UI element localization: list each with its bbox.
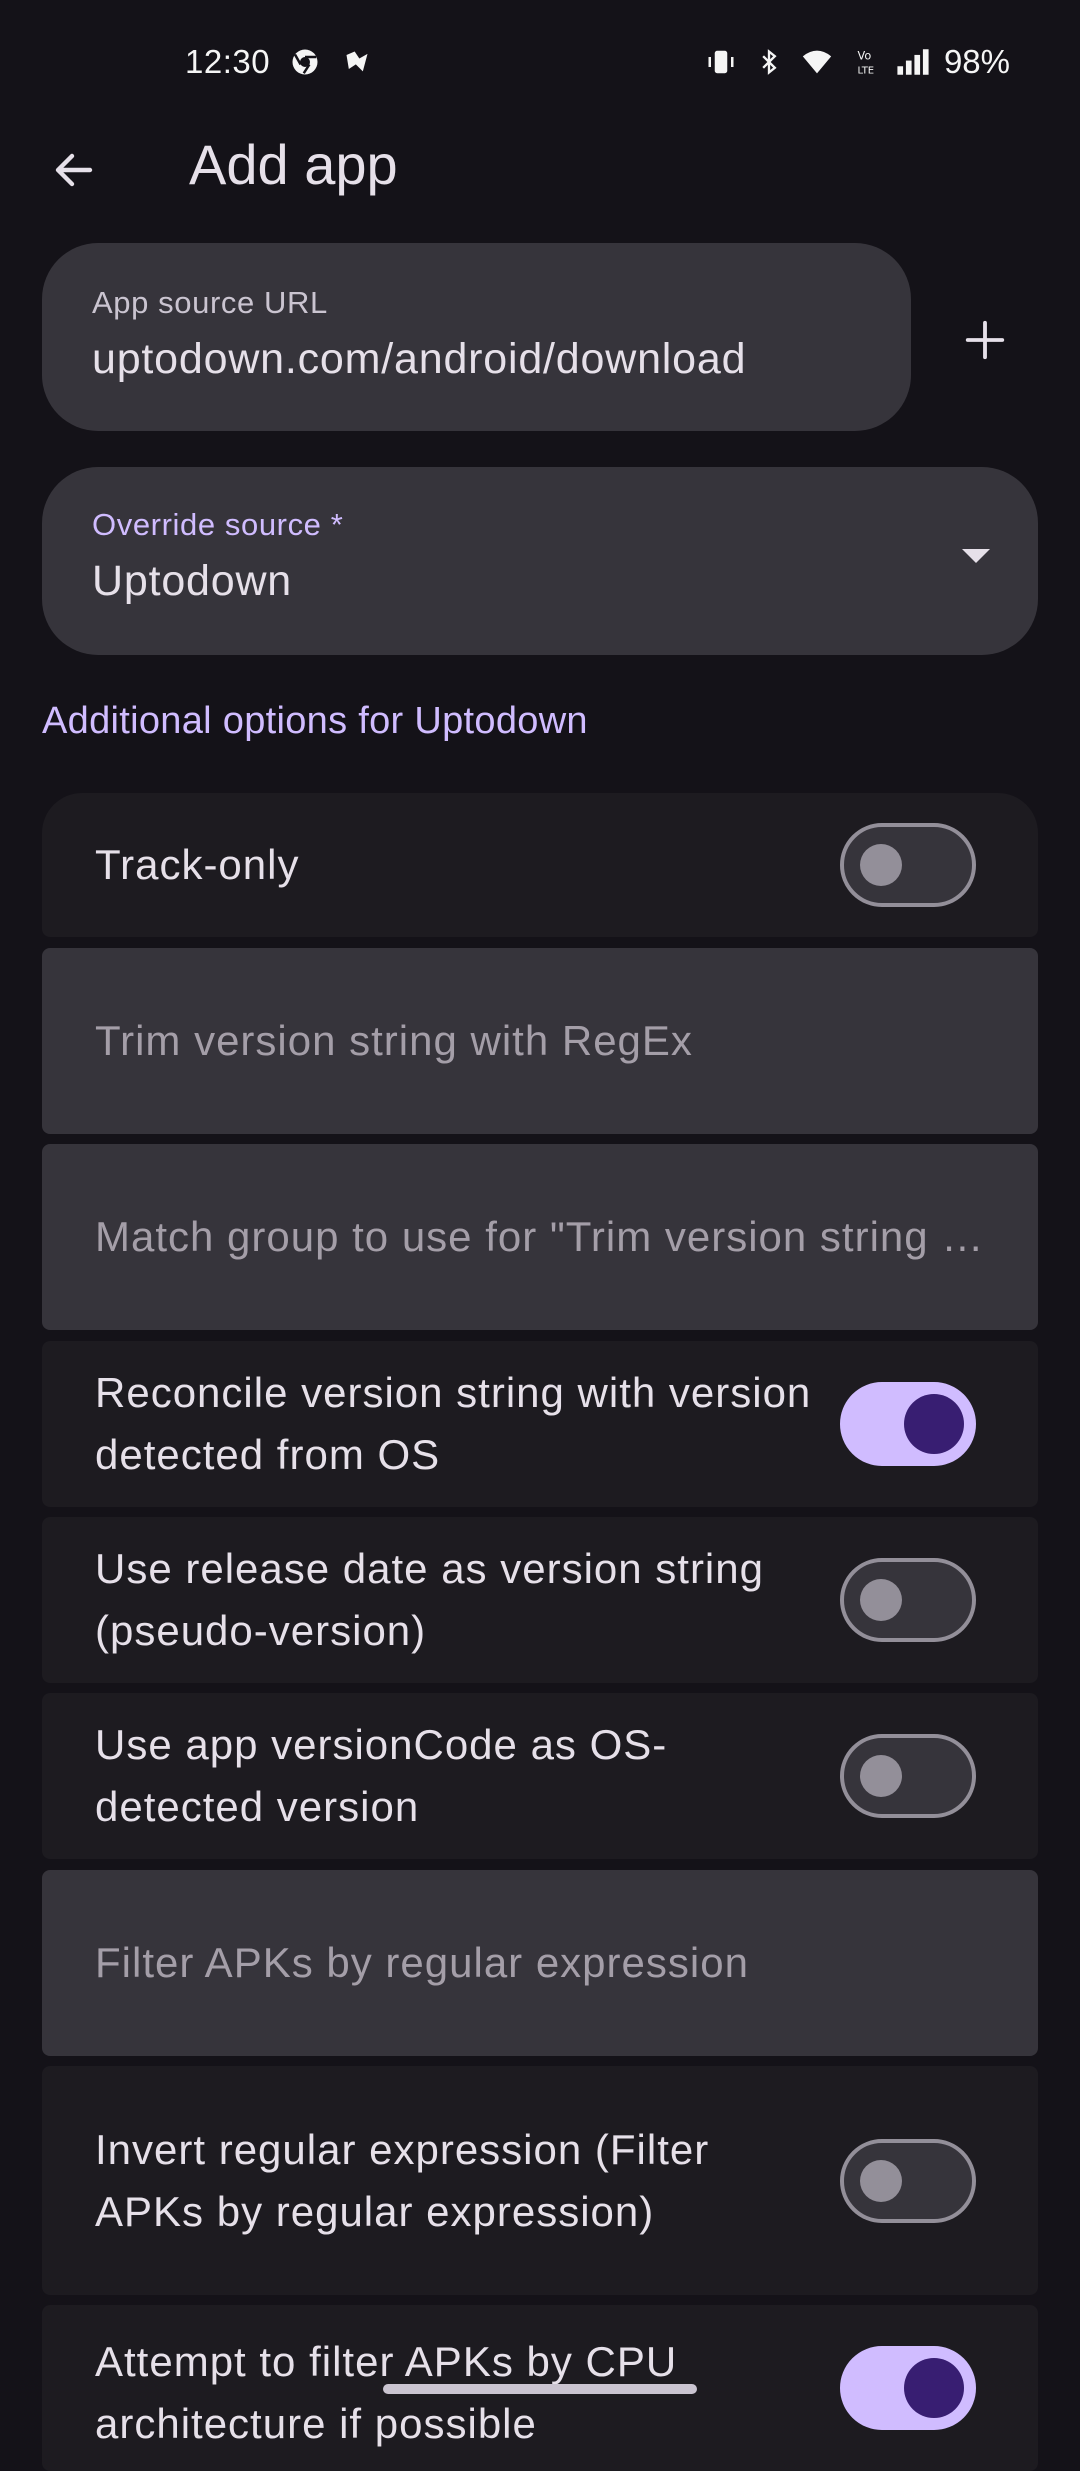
track-only-switch[interactable] bbox=[840, 823, 976, 907]
override-source-label: Override source * bbox=[92, 507, 344, 542]
option-version-code: Use app versionCode as OS-detected versi… bbox=[42, 1693, 1038, 1859]
trim-regex-input[interactable]: Trim version string with RegEx bbox=[42, 948, 1038, 1134]
status-right: Vo LTE 98% bbox=[704, 43, 1010, 81]
option-release-date: Use release date as version string (pseu… bbox=[42, 1517, 1038, 1683]
app-bar: Add app bbox=[0, 124, 1080, 216]
chrome-notification-icon bbox=[288, 45, 322, 79]
invert-regex-switch[interactable] bbox=[840, 2139, 976, 2223]
bluetooth-icon bbox=[752, 45, 786, 79]
switch-knob bbox=[860, 1755, 902, 1797]
option-reconcile: Reconcile version string with version de… bbox=[42, 1341, 1038, 1507]
dropdown-arrow-icon bbox=[962, 549, 990, 563]
status-bar: 12:30 Vo LTE 98% bbox=[0, 0, 1080, 124]
option-track-only: Track-only bbox=[42, 793, 1038, 937]
signal-icon bbox=[896, 45, 930, 79]
cpu-filter-switch[interactable] bbox=[840, 2346, 976, 2430]
release-date-switch[interactable] bbox=[840, 1558, 976, 1642]
filter-apks-input[interactable]: Filter APKs by regular expression bbox=[42, 1870, 1038, 2056]
version-code-label: Use app versionCode as OS-detected versi… bbox=[95, 1721, 668, 1830]
switch-knob bbox=[904, 2358, 964, 2418]
reconcile-switch[interactable] bbox=[840, 1382, 976, 1466]
app-source-url-value: uptodown.com/android/download bbox=[92, 335, 747, 383]
section-heading: Additional options for Uptodown bbox=[42, 700, 588, 742]
app-source-url-field[interactable]: App source URL uptodown.com/android/down… bbox=[42, 243, 911, 431]
page-title: Add app bbox=[189, 133, 398, 196]
svg-text:LTE: LTE bbox=[857, 65, 874, 76]
battery-percent: 98% bbox=[943, 43, 1010, 80]
track-only-label: Track-only bbox=[95, 841, 300, 888]
wifi-icon bbox=[800, 45, 834, 79]
switch-knob bbox=[860, 1579, 902, 1621]
app-notification-icon bbox=[340, 45, 374, 79]
status-left: 12:30 bbox=[185, 43, 374, 81]
option-invert-regex: Invert regular expression (Filter APKs b… bbox=[42, 2066, 1038, 2295]
home-indicator[interactable] bbox=[383, 2384, 697, 2394]
svg-text:Vo: Vo bbox=[857, 50, 871, 63]
switch-knob bbox=[860, 2160, 902, 2202]
back-button[interactable] bbox=[42, 138, 106, 202]
app-source-url-label: App source URL bbox=[92, 285, 328, 320]
match-group-input[interactable]: Match group to use for "Trim version str… bbox=[42, 1144, 1038, 1330]
invert-regex-label: Invert regular expression (Filter APKs b… bbox=[95, 2125, 710, 2235]
switch-knob bbox=[904, 1394, 964, 1454]
override-source-value: Uptodown bbox=[92, 557, 293, 605]
add-url-button[interactable] bbox=[950, 305, 1020, 375]
version-code-switch[interactable] bbox=[840, 1734, 976, 1818]
release-date-label: Use release date as version string (pseu… bbox=[95, 1545, 764, 1654]
match-group-placeholder: Match group to use for "Trim version str… bbox=[95, 1213, 995, 1260]
filter-apks-placeholder: Filter APKs by regular expression bbox=[95, 1939, 749, 1986]
status-time: 12:30 bbox=[185, 43, 271, 80]
trim-regex-placeholder: Trim version string with RegEx bbox=[95, 1017, 693, 1064]
plus-icon bbox=[965, 320, 1005, 360]
vibrate-icon bbox=[704, 45, 738, 79]
switch-knob bbox=[860, 844, 902, 886]
volte-icon: Vo LTE bbox=[848, 45, 882, 79]
arrow-back-icon bbox=[55, 153, 93, 187]
reconcile-label: Reconcile version string with version de… bbox=[95, 1369, 812, 1478]
override-source-dropdown[interactable]: Override source * Uptodown bbox=[42, 467, 1038, 655]
